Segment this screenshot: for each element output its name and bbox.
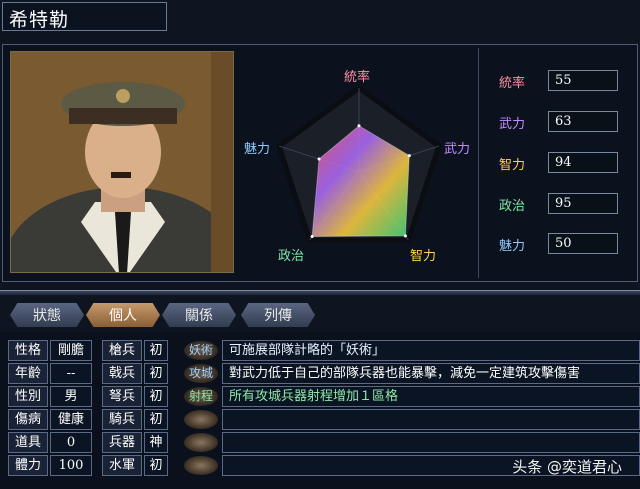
stat-label: 統率: [499, 76, 526, 91]
aptitude-key: 槍兵: [102, 340, 142, 361]
tab-status[interactable]: 狀態: [10, 303, 84, 327]
skill-tag-siege[interactable]: 攻城: [184, 364, 218, 383]
aptitude-value: 神: [144, 432, 168, 453]
aptitude-key: 水軍: [102, 455, 142, 476]
stat-row-charisma: 魅力 50: [493, 233, 623, 254]
tab-relations[interactable]: 關係: [162, 303, 236, 327]
stat-row-leadership: 統率 55: [493, 70, 623, 91]
portrait-image: [11, 52, 233, 272]
aptitude-value: 初: [144, 455, 168, 476]
aptitude-key: 弩兵: [102, 386, 142, 407]
stat-value: 50: [548, 233, 618, 254]
attr-key: 道具: [8, 432, 48, 453]
stat-label: 智力: [499, 158, 526, 173]
portrait: [10, 51, 234, 273]
skill-tag-empty: [184, 410, 218, 429]
aptitude-value: 初: [144, 363, 168, 384]
section-divider: [0, 290, 640, 295]
aptitude-value: 初: [144, 409, 168, 430]
radar-label-politics: 政治: [278, 249, 305, 264]
aptitude-key: 戟兵: [102, 363, 142, 384]
skill-description-empty: [222, 432, 640, 453]
radar-label-charisma: 魅力: [244, 142, 271, 157]
aptitude-key: 兵器: [102, 432, 142, 453]
attr-key: 性別: [8, 386, 48, 407]
stat-value: 95: [548, 193, 618, 214]
tab-biography[interactable]: 列傳: [241, 303, 315, 327]
stat-row-war: 武力 63: [493, 111, 623, 132]
radar-point: [317, 157, 321, 161]
stat-row-politics: 政治 95: [493, 193, 623, 214]
stat-label: 政治: [499, 199, 526, 214]
stat-row-intelligence: 智力 94: [493, 152, 623, 173]
character-name-box: 希特勒: [2, 2, 167, 31]
attr-value: --: [50, 363, 92, 384]
attr-value: 健康: [50, 409, 92, 430]
radar-label-leadership: 統率: [344, 70, 371, 85]
attr-key: 性格: [8, 340, 48, 361]
attr-value: 剛膽: [50, 340, 92, 361]
radar-point: [407, 154, 411, 158]
stat-label: 魅力: [499, 239, 526, 254]
watermark: 头条 @奕道君心: [512, 458, 622, 476]
skill-description-empty: [222, 409, 640, 430]
attr-key: 體力: [8, 455, 48, 476]
aptitude-value: 初: [144, 340, 168, 361]
stat-value: 94: [548, 152, 618, 173]
stat-list: 統率 55 武力 63 智力 94 政治 95 魅力 50: [478, 48, 636, 278]
radar-label-war: 武力: [444, 142, 471, 157]
character-name: 希特勒: [9, 9, 70, 31]
attr-value: 100: [50, 455, 92, 476]
stat-radar-chart: 統率 武力 智力 政治 魅力: [240, 60, 478, 270]
attr-value: 0: [50, 432, 92, 453]
skill-description: 對武力低于自己的部隊兵器也能暴擊，減免一定建筑攻擊傷害: [222, 363, 640, 384]
radar-point: [310, 235, 314, 239]
radar-label-intelligence: 智力: [410, 249, 437, 264]
radar-point: [403, 234, 407, 238]
radar-point: [357, 124, 361, 128]
radar-svg: [276, 84, 442, 243]
skill-tag-yaoshu[interactable]: 妖術: [184, 341, 218, 360]
aptitude-value: 初: [144, 386, 168, 407]
skill-description: 所有攻城兵器射程增加１區格: [222, 386, 640, 407]
stat-value: 63: [548, 111, 618, 132]
skill-tag-empty: [184, 456, 218, 475]
attr-key: 傷病: [8, 409, 48, 430]
skill-description: 可施展部隊計略的「妖術」: [222, 340, 640, 361]
skill-tag-range[interactable]: 射程: [184, 387, 218, 406]
skill-tag-empty: [184, 433, 218, 452]
stat-value: 55: [548, 70, 618, 91]
attr-value: 男: [50, 386, 92, 407]
attr-key: 年齡: [8, 363, 48, 384]
aptitude-key: 騎兵: [102, 409, 142, 430]
stat-label: 武力: [499, 117, 526, 132]
tab-personal[interactable]: 個人: [86, 303, 160, 327]
